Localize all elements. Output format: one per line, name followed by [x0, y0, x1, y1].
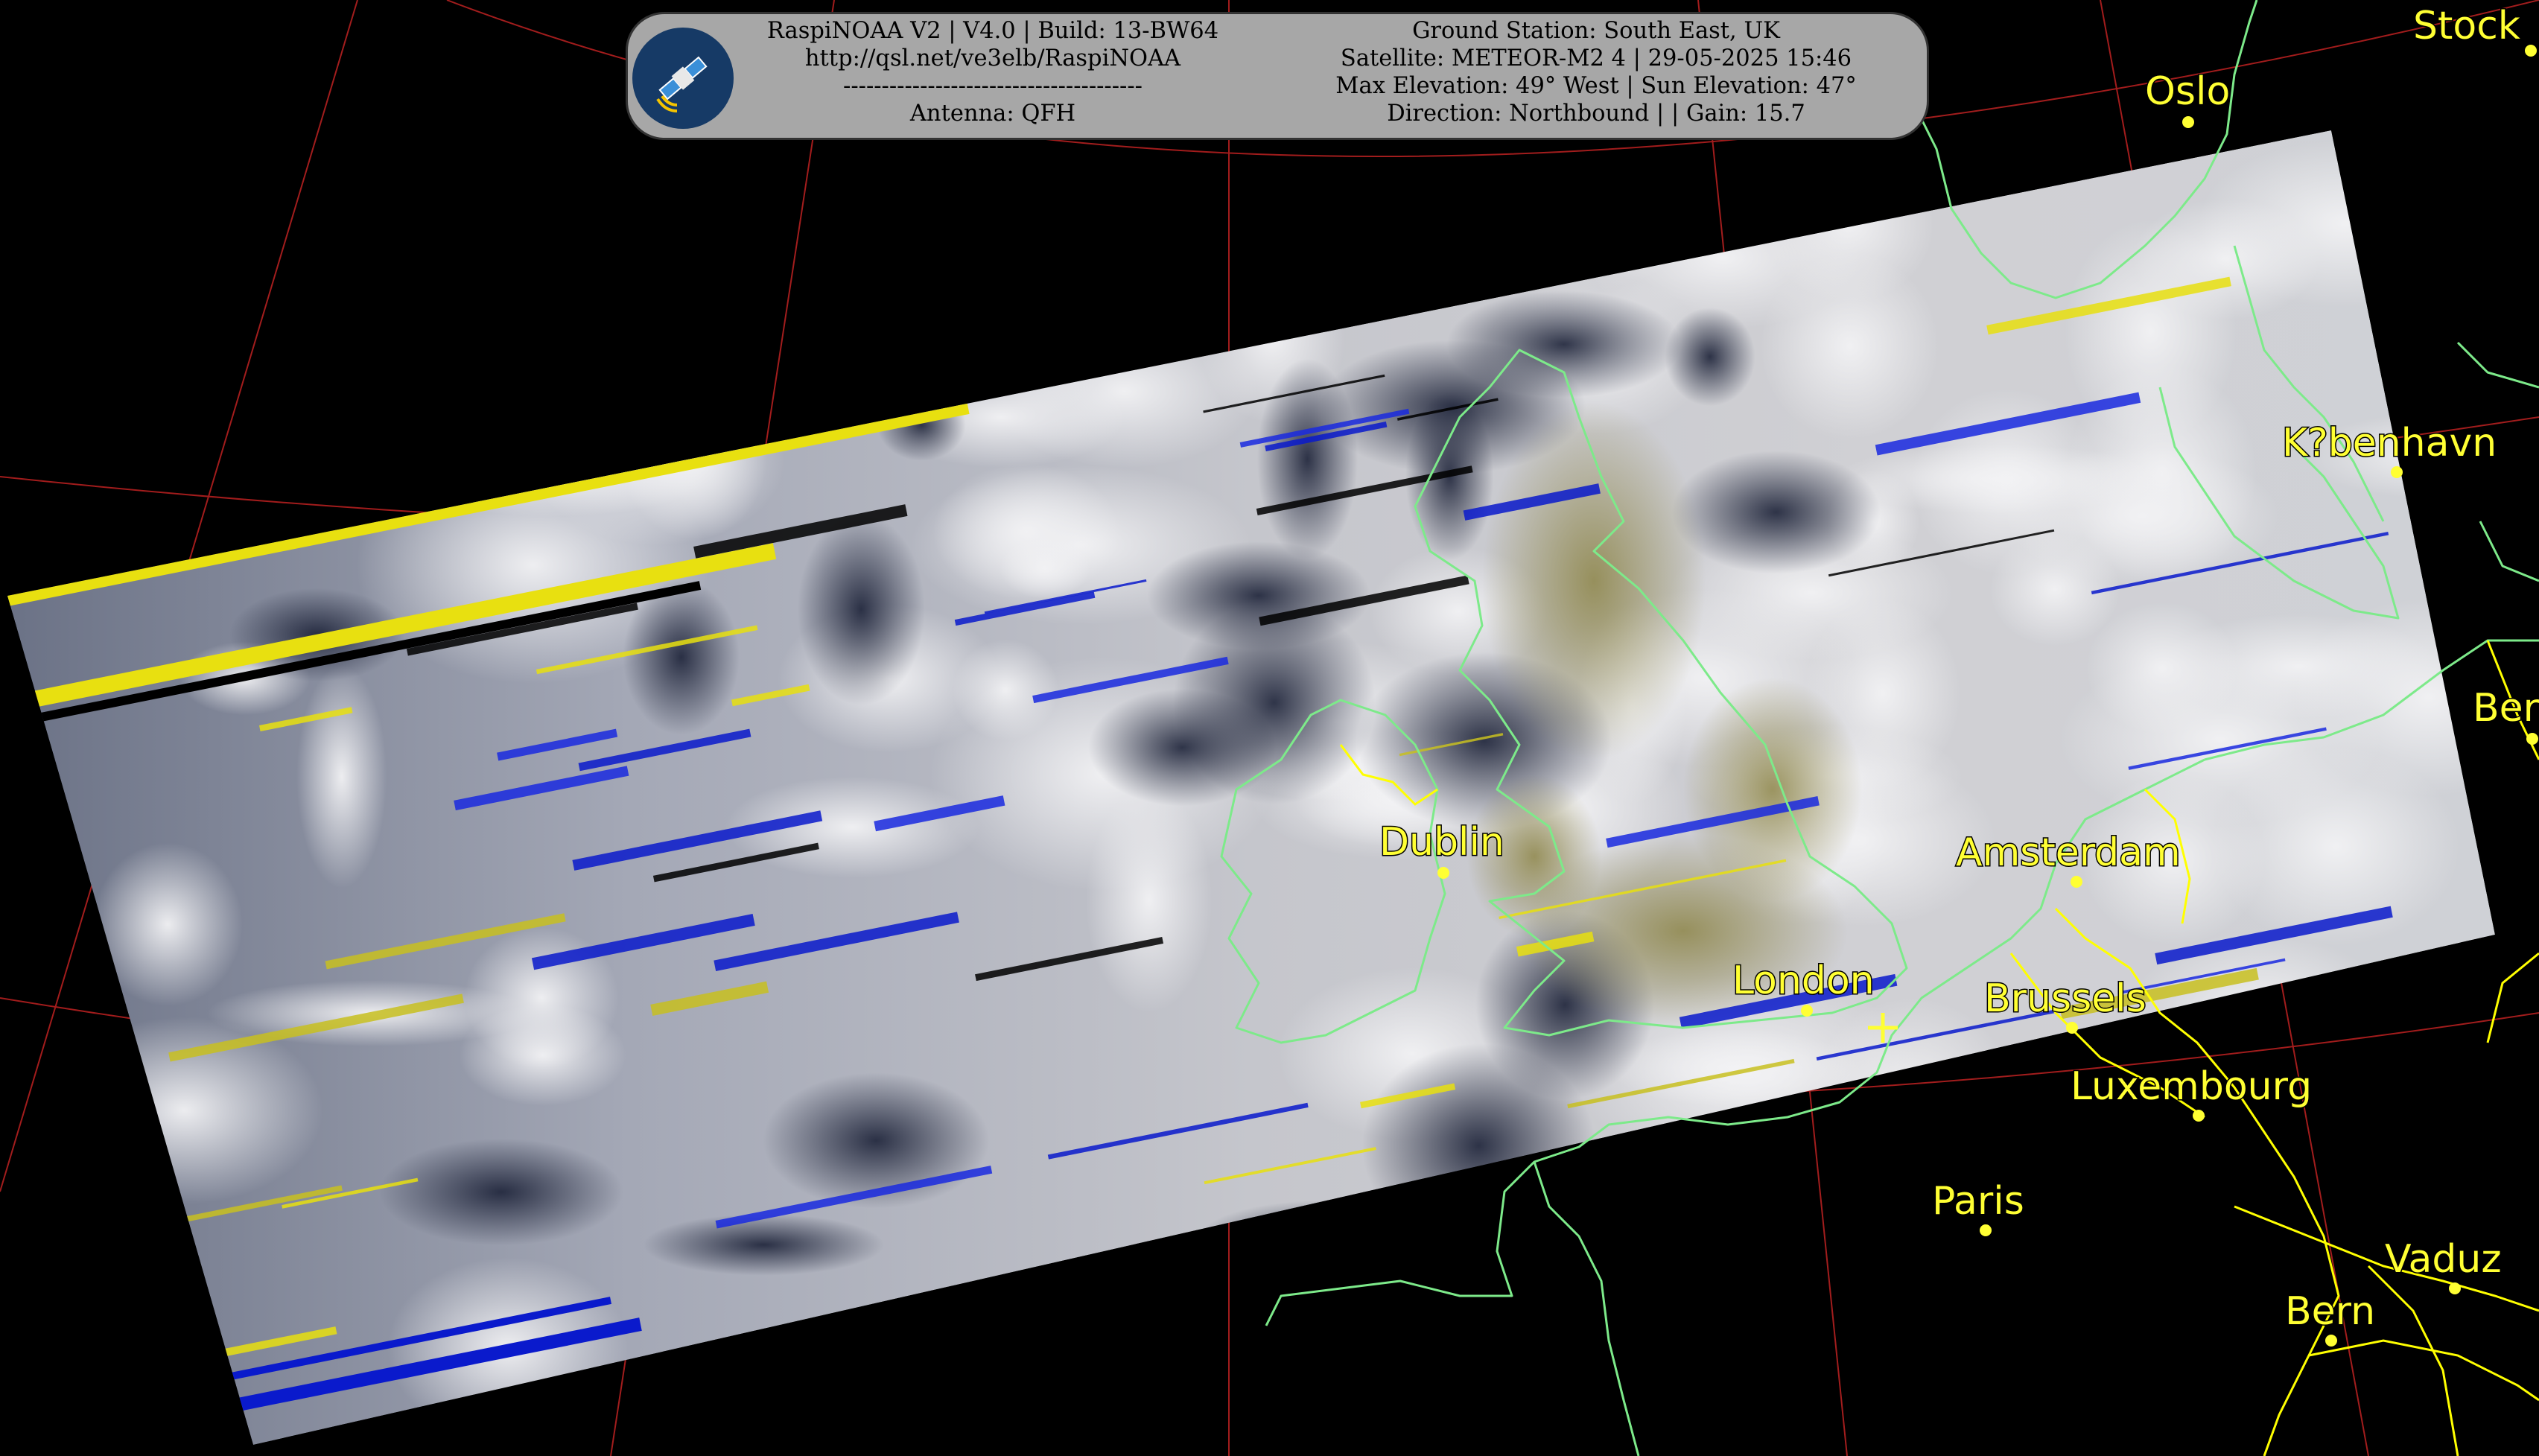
header-left-line: http://qsl.net/ve3elb/RaspiNOAA	[804, 45, 1181, 71]
pass-info-header: RaspiNOAA V2 | V4.0 | Build: 13-BW64 htt…	[626, 12, 1929, 140]
city-label-vaduz: Vaduz	[2385, 1237, 2502, 1282]
city-label-amsterdam: Amsterdam	[1956, 830, 2181, 875]
header-right-line: Satellite: METEOR-M2 4 | 29-05-2025 15:4…	[1340, 45, 1852, 71]
satellite-icon	[632, 28, 734, 129]
city-marker-vaduz: Vaduz	[2384, 1236, 2503, 1294]
city-label-stockholm: Stock	[2413, 4, 2520, 48]
city-label-brussels: Brussels	[1984, 976, 2146, 1021]
header-right-line: Ground Station: South East, UK	[1412, 18, 1780, 44]
city-marker-luxembourg: Luxembourg	[2070, 1064, 2313, 1122]
header-left-line: ---------------------------------------	[843, 73, 1143, 99]
city-marker-berlin: Ber	[2472, 685, 2539, 745]
city-label-dublin: Dublin	[1379, 820, 1504, 865]
city-label-luxembourg: Luxembourg	[2071, 1064, 2312, 1109]
city-marker-bern: Bern	[2284, 1288, 2377, 1347]
header-right-line: Direction: Northbound | | Gain: 15.7	[1387, 101, 1805, 127]
city-label-oslo: Oslo	[2145, 69, 2230, 114]
header-left-line: Antenna: QFH	[909, 101, 1076, 127]
satellite-map: Stock Oslo K?benhavn Ber Dublin Amsterda…	[0, 0, 2539, 1456]
header-right-line: Max Elevation: 49° West | Sun Elevation:…	[1335, 73, 1857, 99]
header-left-line: RaspiNOAA V2 | V4.0 | Build: 13-BW64	[766, 18, 1219, 44]
city-label-copenhagen: K?benhavn	[2282, 421, 2497, 465]
city-marker-stockholm: Stock	[2412, 3, 2537, 57]
city-label-berlin: Ber	[2473, 686, 2539, 731]
header-right-block: Ground Station: South East, UK Satellite…	[1268, 17, 1924, 127]
city-marker-oslo: Oslo	[2144, 69, 2231, 128]
city-label-london: London	[1732, 959, 1875, 1003]
header-left-block: RaspiNOAA V2 | V4.0 | Build: 13-BW64 htt…	[740, 17, 1246, 127]
city-marker-paris: Paris	[1931, 1178, 2025, 1236]
city-label-paris: Paris	[1932, 1179, 2024, 1224]
city-label-bern: Bern	[2285, 1289, 2375, 1334]
